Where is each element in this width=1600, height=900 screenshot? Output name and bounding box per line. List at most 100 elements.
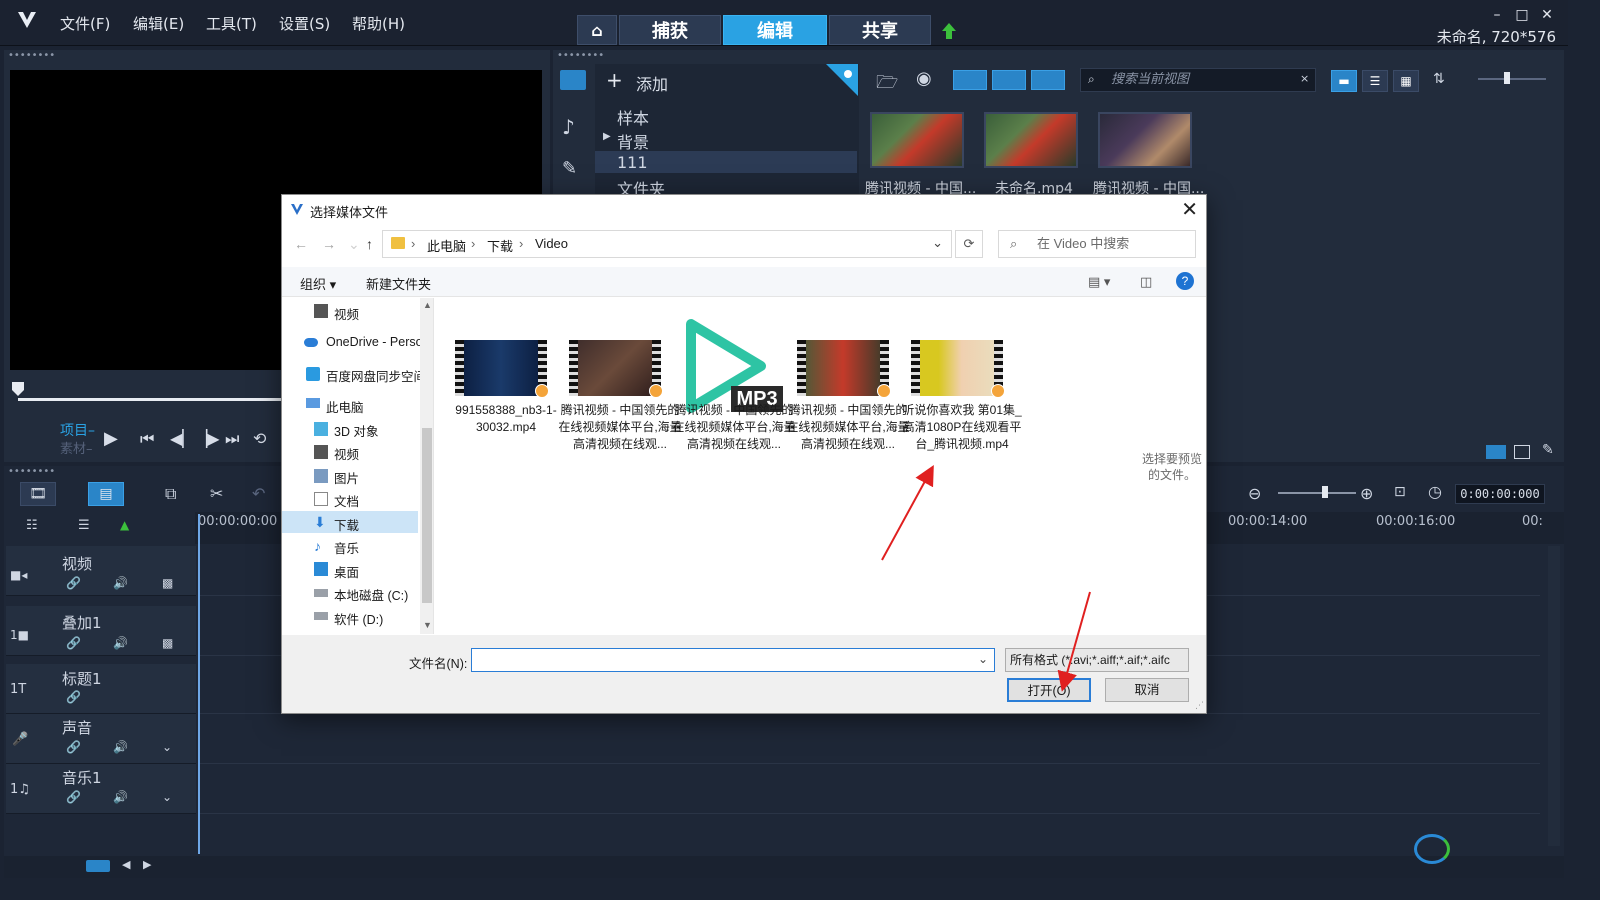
tools-icon[interactable]: ✂ xyxy=(210,484,223,503)
help-icon[interactable]: ? xyxy=(1176,272,1194,290)
nav-scrollbar[interactable]: ▲ ▼ xyxy=(420,298,433,634)
up-icon[interactable]: ↑ xyxy=(366,236,373,252)
clear-search-icon[interactable]: × xyxy=(1300,72,1309,85)
zoom-slider[interactable] xyxy=(1278,492,1356,494)
view-grid-button[interactable]: ▦ xyxy=(1393,70,1419,92)
track-header-voice[interactable] xyxy=(6,714,196,764)
scroll-thumb[interactable] xyxy=(422,428,432,603)
filter-audio-button[interactable] xyxy=(1031,70,1065,90)
open-button[interactable]: 打开(O) xyxy=(1007,678,1091,702)
folder-search-input[interactable]: 在 Video 中搜索 xyxy=(998,230,1196,258)
tree-item-111[interactable]: 111 xyxy=(617,153,648,172)
storyboard-view-button[interactable]: 🎞 xyxy=(20,482,56,506)
filename-input[interactable]: ⌄ xyxy=(471,648,995,672)
maximize-button[interactable]: □ xyxy=(1513,7,1531,23)
fit-project-icon[interactable]: ⊡ xyxy=(1394,484,1406,500)
timeline-mode-icon[interactable] xyxy=(86,860,110,872)
nav-item-3d[interactable]: 3D 对象 xyxy=(334,421,378,440)
clip-mode-label[interactable]: 素材– xyxy=(60,438,93,457)
tree-item-background[interactable]: 背景 xyxy=(617,129,649,153)
scroll-up-icon[interactable]: ▲ xyxy=(423,300,432,310)
track-lane-voice[interactable] xyxy=(200,714,1540,764)
filter-video-button[interactable] xyxy=(953,70,987,90)
timeline-view-button[interactable]: ▤ xyxy=(88,482,124,506)
file-type-select[interactable]: 所有格式 (*.avi;*.aiff;*.aif;*.aifc xyxy=(1005,648,1189,672)
recent-icon[interactable]: ⌄ xyxy=(348,236,360,253)
tab-edit[interactable]: 编辑 xyxy=(723,15,827,45)
close-window-button[interactable]: ✕ xyxy=(1538,7,1556,23)
nav-item-videos[interactable]: 视频 xyxy=(334,444,359,463)
media-library-icon[interactable] xyxy=(560,70,586,90)
library-search-input[interactable]: 搜索当前视图 xyxy=(1080,68,1316,92)
link-icon[interactable]: 🔗 xyxy=(66,636,81,650)
track-manager-icon[interactable]: ☷ xyxy=(26,518,38,533)
nav-item-baidu[interactable]: 百度网盘同步空间 xyxy=(326,366,426,385)
menu-help[interactable]: 帮助(H) xyxy=(352,13,405,34)
menu-tools[interactable]: 工具(T) xyxy=(206,13,257,34)
title-icon[interactable]: ✎ xyxy=(562,158,577,179)
go-end-icon[interactable]: ⏭ xyxy=(225,429,239,449)
timeline-scrollbar[interactable] xyxy=(1548,546,1560,846)
chevron-down-icon[interactable]: ⌄ xyxy=(162,740,172,754)
link-icon[interactable]: 🔗 xyxy=(66,790,81,804)
refresh-icon[interactable]: ⟳ xyxy=(955,230,983,258)
menu-settings[interactable]: 设置(S) xyxy=(279,13,330,34)
breadcrumb-item[interactable]: Video xyxy=(535,236,568,251)
timeline-grip[interactable]: •••••••• xyxy=(8,466,55,477)
panel-grip[interactable]: •••••••• xyxy=(8,50,55,61)
nav-item-documents[interactable]: 文档 xyxy=(334,491,359,510)
link-icon[interactable]: 🔗 xyxy=(66,740,81,754)
sort-icon[interactable]: ⇅ xyxy=(1433,71,1445,87)
library-grip[interactable]: •••••••• xyxy=(557,50,604,61)
change-view-icon[interactable]: ▤ ▾ xyxy=(1088,274,1110,290)
organize-button[interactable]: 组织 ▾ xyxy=(300,274,336,293)
zoom-in-icon[interactable]: ⊕ xyxy=(1360,484,1373,503)
grid-icon[interactable]: ▩ xyxy=(162,576,173,590)
nav-item-onedrive[interactable]: OneDrive - Perso xyxy=(326,335,423,349)
go-start-icon[interactable]: ⏮ xyxy=(140,429,154,449)
scroll-right-icon[interactable]: ▶ xyxy=(143,858,151,871)
link-icon[interactable]: 🔗 xyxy=(66,690,81,704)
track-lane-music[interactable] xyxy=(200,764,1540,814)
zoom-handle[interactable] xyxy=(1322,486,1328,498)
ripple-icon[interactable]: ▲ xyxy=(120,518,129,532)
nav-item-videos-quick[interactable]: 视频 xyxy=(334,304,359,323)
home-tab[interactable]: ⌂ xyxy=(577,15,617,45)
preview-pane-icon[interactable]: ◫ xyxy=(1140,274,1152,290)
tab-capture[interactable]: 捕获 xyxy=(619,15,721,45)
breadcrumb-item[interactable]: 此电脑 xyxy=(427,236,466,255)
tab-share[interactable]: 共享 xyxy=(829,15,931,45)
play-icon[interactable]: ▶ xyxy=(104,428,118,449)
chevron-down-icon[interactable]: ⌄ xyxy=(932,235,943,251)
volume-icon[interactable]: 🔊 xyxy=(113,636,128,650)
timecode-display[interactable]: 0:00:00:000 xyxy=(1455,484,1545,504)
forward-icon[interactable]: → xyxy=(322,236,336,252)
copy-icon[interactable]: ⧉ xyxy=(165,484,176,504)
nav-item-drive-d[interactable]: 软件 (D:) xyxy=(334,609,383,628)
volume-icon[interactable]: 🔊 xyxy=(113,740,128,754)
breadcrumb-item[interactable]: 下载 xyxy=(487,236,513,255)
address-bar[interactable]: › 此电脑 › 下载 › Video ⌄ xyxy=(382,230,952,258)
scrub-bar[interactable] xyxy=(18,398,282,401)
resize-grip[interactable]: ⋰ xyxy=(1195,700,1204,711)
scrub-handle[interactable] xyxy=(12,382,24,396)
thumb-size-handle[interactable] xyxy=(1504,72,1510,84)
nav-item-desktop[interactable]: 桌面 xyxy=(334,562,359,581)
nav-item-drive-c[interactable]: 本地磁盘 (C:) xyxy=(334,585,408,604)
step-back-icon[interactable]: ◀▏ xyxy=(170,429,195,448)
library-view-icon[interactable] xyxy=(1486,445,1506,459)
add-track-icon[interactable]: ☰ xyxy=(78,518,90,533)
layout-icon[interactable] xyxy=(1514,445,1530,459)
cancel-button[interactable]: 取消 xyxy=(1105,678,1189,702)
undo-icon[interactable]: ↶ xyxy=(252,484,265,503)
add-icon[interactable]: + xyxy=(606,68,623,92)
step-forward-icon[interactable]: ▕▶ xyxy=(195,429,220,448)
volume-icon[interactable]: 🔊 xyxy=(113,790,128,804)
import-folder-icon[interactable]: 🗁 xyxy=(876,70,898,100)
chevron-down-icon[interactable]: ⌄ xyxy=(162,790,172,804)
playhead[interactable] xyxy=(198,514,200,854)
filter-image-button[interactable] xyxy=(992,70,1026,90)
minimize-button[interactable]: – xyxy=(1488,7,1506,23)
project-mode-label[interactable]: 项目– xyxy=(60,420,95,440)
menu-file[interactable]: 文件(F) xyxy=(60,13,110,34)
